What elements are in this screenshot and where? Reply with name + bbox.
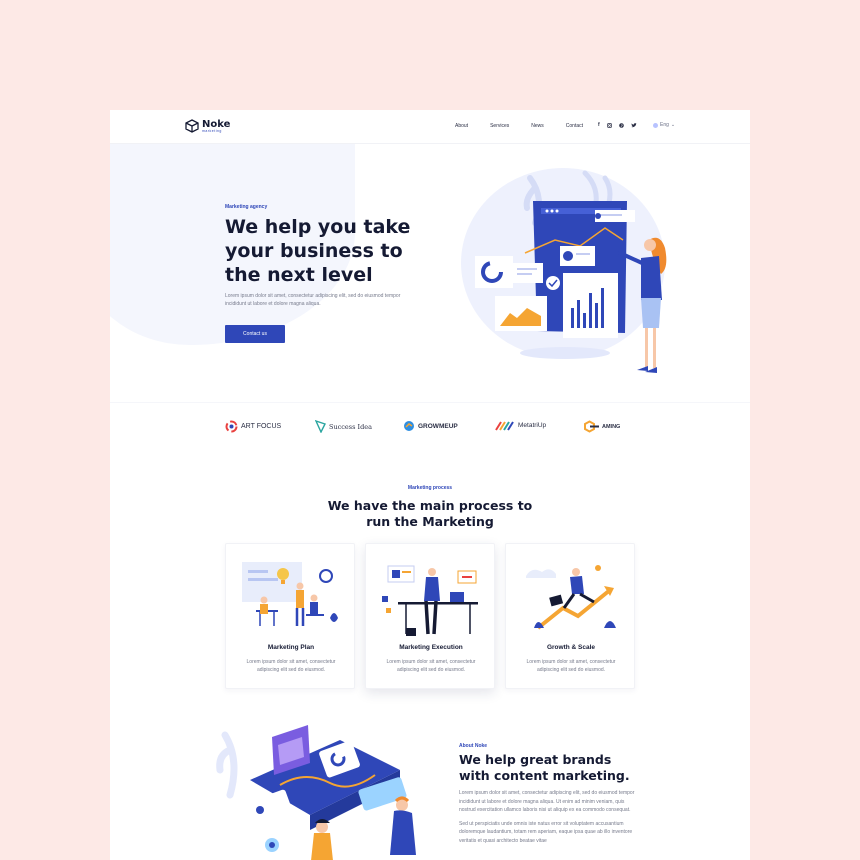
marketing-plan-illustration	[242, 562, 338, 626]
landing-page: Noke marketing About Services News Conta…	[110, 110, 750, 860]
partner-name: MetatriUp	[518, 422, 547, 429]
contact-us-button[interactable]: Contact us	[225, 325, 285, 343]
process-card-execution[interactable]: Marketing Execution Lorem ipsum dolor si…	[365, 543, 495, 689]
partner-gaming[interactable]: AMING	[583, 420, 620, 433]
card-title: Growth & Scale	[546, 644, 596, 651]
about-illustration	[216, 725, 416, 860]
pinterest-icon[interactable]	[618, 122, 624, 128]
main-nav: About Services News Contact	[455, 123, 605, 129]
growmeup-icon	[404, 421, 414, 431]
nav-about[interactable]: About	[455, 123, 468, 129]
hero-eyebrow: Marketing agency	[225, 204, 268, 210]
language-selector[interactable]: Eng ⌄	[653, 122, 675, 128]
process-eyebrow: Marketing process	[407, 485, 453, 491]
partner-logos: ART FOCUS Success Idea GROWMEUP MetatriU…	[110, 402, 750, 457]
about-text-2: Sed ut perspiciatis unde omnis iste natu…	[459, 820, 633, 844]
card-title: Marketing Execution	[399, 644, 463, 651]
globe-icon	[653, 122, 658, 128]
partner-metatriup[interactable]: MetatriUp	[495, 420, 546, 431]
facebook-icon[interactable]: f	[598, 122, 600, 128]
partner-success-idea[interactable]: Success Idea	[315, 420, 372, 433]
nav-news[interactable]: News	[531, 123, 544, 129]
partner-name: AMING	[602, 423, 621, 430]
growth-scale-illustration	[526, 565, 616, 630]
card-text: Lorem ipsum dolor sit amet, consectetur …	[246, 659, 336, 673]
logo[interactable]: Noke marketing	[185, 119, 230, 133]
partner-art-focus[interactable]: ART FOCUS	[225, 420, 281, 433]
hero-title: We help you take your business to the ne…	[225, 216, 411, 286]
twitter-icon[interactable]	[630, 122, 637, 128]
nav-contact[interactable]: Contact	[566, 123, 583, 129]
success-idea-icon	[315, 420, 326, 433]
partner-name: Success Idea	[329, 422, 372, 431]
process-card-growth[interactable]: Growth & Scale Lorem ipsum dolor sit ame…	[505, 543, 635, 689]
hero-text: Lorem ipsum dolor sit amet, consectetur …	[225, 293, 401, 307]
marketing-execution-illustration	[382, 565, 478, 636]
language-label: Eng	[660, 122, 669, 128]
about-eyebrow: About Noke	[459, 743, 488, 749]
instagram-icon[interactable]	[606, 122, 612, 128]
process-title: We have the main process to run the Mark…	[327, 498, 533, 529]
nav-services[interactable]: Services	[490, 123, 509, 129]
chevron-down-icon: ⌄	[670, 122, 676, 128]
about-title: We help great brands with content market…	[459, 752, 630, 783]
brand-name: Noke	[202, 118, 231, 130]
partner-growmeup[interactable]: GROWMEUP	[403, 420, 458, 432]
about-text-1: Lorem ipsum dolor sit amet, consectetur …	[459, 790, 635, 813]
cube-logo-icon	[185, 119, 199, 133]
art-focus-icon	[225, 420, 238, 433]
hero-section: Marketing agency We help you take your b…	[225, 204, 435, 343]
hero-illustration	[461, 168, 667, 373]
about-section: About Noke We help great brands with con…	[459, 743, 639, 845]
card-text: Lorem ipsum dolor sit amet, consectetur …	[386, 659, 476, 673]
card-text: Lorem ipsum dolor sit amet, consectetur …	[526, 659, 616, 673]
card-title: Marketing Plan	[267, 644, 315, 651]
partner-name: GROWMEUP	[418, 422, 458, 430]
social-links: f	[598, 122, 637, 128]
partner-name: ART FOCUS	[241, 423, 282, 430]
metatriup-icon	[495, 421, 514, 431]
process-card-plan[interactable]: Marketing Plan Lorem ipsum dolor sit ame…	[225, 543, 355, 689]
gaming-icon	[584, 420, 599, 433]
site-header: Noke marketing About Services News Conta…	[110, 110, 750, 144]
